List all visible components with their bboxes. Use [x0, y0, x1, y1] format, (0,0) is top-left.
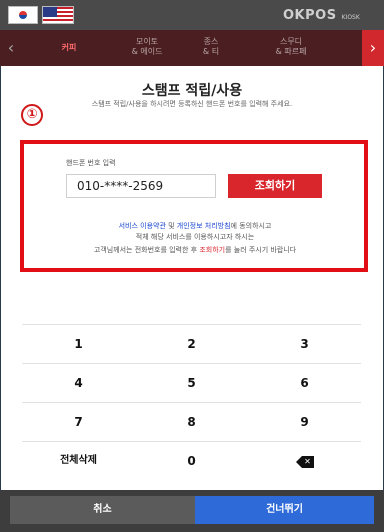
- consent-line-2: 적체 해당 서비스를 이용하시고자 하시는: [135, 233, 255, 241]
- us-flag-icon[interactable]: [42, 6, 74, 24]
- privacy-link[interactable]: 개인정보 처리방침: [177, 222, 231, 230]
- key-8[interactable]: 8: [135, 402, 248, 441]
- lookup-button[interactable]: 조회하기: [228, 174, 322, 198]
- key-4[interactable]: 4: [22, 363, 135, 402]
- key-7[interactable]: 7: [22, 402, 135, 441]
- tab-mojito-ade[interactable]: 모이토 & 에이드: [118, 34, 176, 62]
- terms-link[interactable]: 서비스 이용약관: [119, 222, 166, 230]
- consent-line-3: 고객님께서는 전화번호를 입력한 후 조회하기를 눌러 주시기 바랍니다: [93, 246, 297, 254]
- brand-logo: OKPOS KIOSK: [283, 8, 360, 23]
- cancel-button[interactable]: 취소: [10, 496, 195, 524]
- page-title: 스탬프 적립/사용: [141, 83, 243, 99]
- page-subtitle: 스탬프 적립/사용을 하시려면 등록하신 핸드폰 번호를 입력해 주세요.: [91, 100, 293, 108]
- category-tabs: ‹ 커피 모이토 & 에이드 종스 & 티 스무디 & 파르페 ›: [0, 30, 384, 66]
- consent-line-1: 서비스 이용약관 및 개인정보 처리방침에 동의하시고: [118, 222, 272, 230]
- key-0[interactable]: 0: [135, 441, 248, 480]
- key-6[interactable]: 6: [248, 363, 361, 402]
- numeric-keypad: 1 2 3 4 5 6 7 8 9 전체삭제 0: [22, 324, 362, 480]
- key-1[interactable]: 1: [22, 324, 135, 363]
- tab-smoothie-parfait[interactable]: 스무디 & 파르페: [262, 34, 320, 62]
- tab-coffee[interactable]: 커피: [40, 34, 98, 62]
- step-marker: ①: [21, 104, 43, 126]
- tabs-prev-icon[interactable]: ‹: [0, 30, 22, 66]
- phone-label: 핸드폰 번호 입력: [66, 159, 116, 167]
- skip-button[interactable]: 건너뛰기: [195, 496, 374, 524]
- key-3[interactable]: 3: [248, 324, 361, 363]
- tab-juice-tea[interactable]: 종스 & 티: [182, 34, 240, 62]
- kr-flag-icon[interactable]: [8, 6, 38, 24]
- key-5[interactable]: 5: [135, 363, 248, 402]
- backspace-key[interactable]: [248, 441, 361, 480]
- tabs-next-icon[interactable]: ›: [362, 30, 384, 66]
- key-2[interactable]: 2: [135, 324, 248, 363]
- key-9[interactable]: 9: [248, 402, 361, 441]
- clear-all-key[interactable]: 전체삭제: [22, 441, 135, 480]
- phone-input[interactable]: 010-****-2569: [66, 174, 216, 198]
- top-bar: OKPOS KIOSK: [0, 0, 384, 30]
- backspace-icon: [295, 455, 314, 468]
